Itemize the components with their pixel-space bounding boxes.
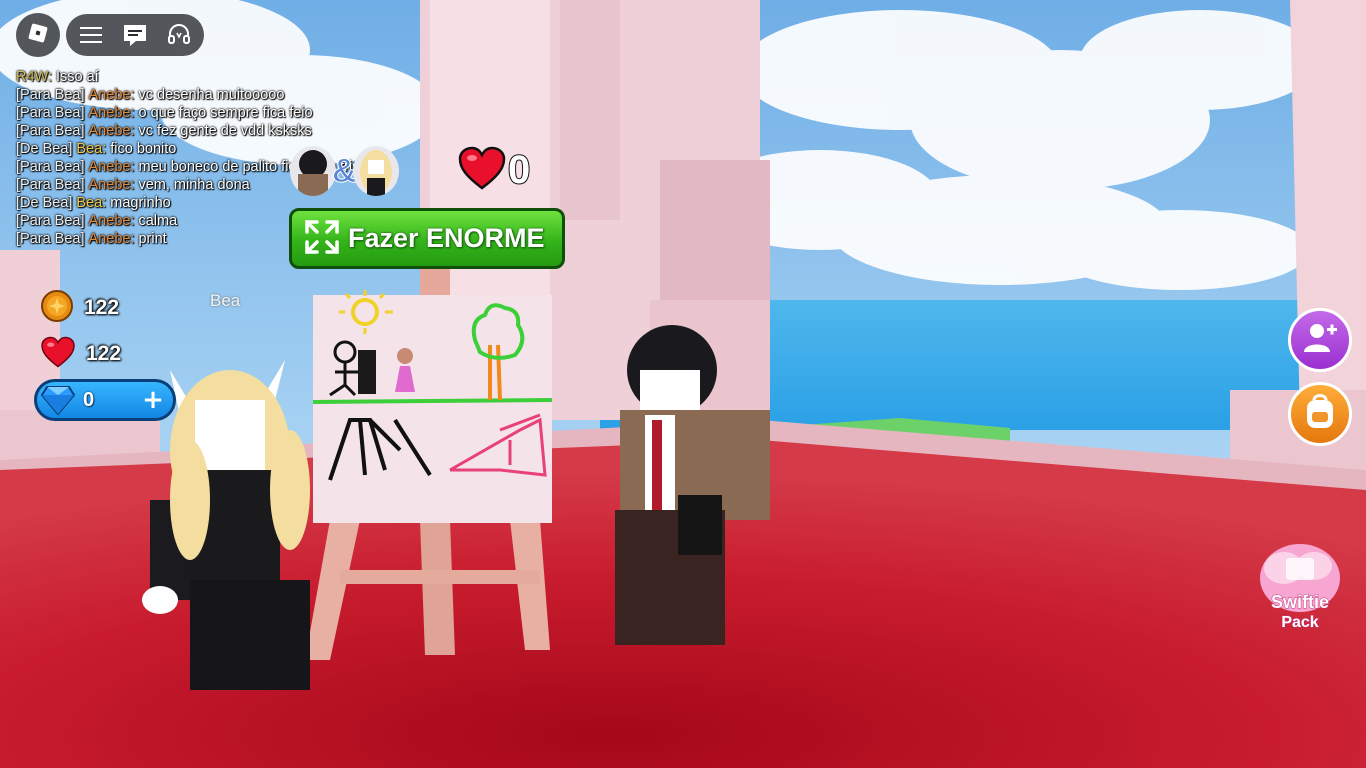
- chat-speaker[interactable]: Bea:: [76, 141, 106, 157]
- make-huge-button[interactable]: Fazer ENORME: [289, 208, 565, 269]
- diamond-icon: [41, 385, 75, 415]
- make-huge-label: Fazer ENORME: [348, 223, 545, 253]
- chat-text: print: [138, 231, 167, 247]
- drawing-canvas: [312, 290, 553, 523]
- chat-message: R4W: Isso aí: [16, 68, 436, 86]
- coins-stat: 122: [40, 289, 119, 327]
- chat-speaker[interactable]: R4W:: [16, 69, 52, 85]
- roblox-logo-icon: [27, 22, 49, 48]
- headset-icon[interactable]: [164, 20, 194, 50]
- chat-text: Isso aí: [56, 69, 99, 85]
- chat-text: magrinho: [110, 195, 171, 211]
- player-name-tag: Bea: [210, 291, 241, 310]
- chat-text: vem, minha dona: [138, 177, 250, 193]
- hearts-value: 122: [86, 342, 122, 365]
- chat-prefix: [Para Bea]: [16, 231, 85, 247]
- menu-pill: [66, 14, 204, 56]
- plus-icon[interactable]: +: [139, 386, 167, 414]
- coin-icon: [40, 289, 74, 327]
- chat-speaker[interactable]: Anebe:: [89, 123, 135, 139]
- chat-text: fico bonito: [110, 141, 177, 157]
- gems-value: 0: [83, 388, 95, 411]
- add-friend-button[interactable]: [1288, 308, 1352, 372]
- swiftie-pack-button[interactable]: Swiftie Pack: [1254, 538, 1346, 634]
- backpack-button[interactable]: [1288, 382, 1352, 446]
- coins-value: 122: [84, 296, 120, 319]
- chat-message: [Para Bea] Anebe: vc desenha muitooooo: [16, 86, 436, 104]
- swiftie-line1: Swiftie: [1270, 592, 1329, 613]
- chat-prefix: [Para Bea]: [16, 213, 85, 229]
- avatar-anebe[interactable]: [290, 146, 336, 196]
- chat-prefix: [Para Bea]: [16, 177, 85, 193]
- gems-stat: 0 +: [34, 379, 176, 421]
- chat-text: vc fez gente de vdd ksksks: [138, 123, 312, 139]
- chat-speaker[interactable]: Anebe:: [89, 87, 135, 103]
- backpack-icon: [1302, 392, 1338, 436]
- chat-text: o que faço sempre fica feio: [138, 105, 313, 121]
- chat-prefix: [Para Bea]: [16, 87, 85, 103]
- like-counter: 0: [458, 146, 531, 194]
- chat-speaker[interactable]: Anebe:: [89, 105, 135, 121]
- expand-arrows-icon: [304, 219, 340, 259]
- chat-message: [Para Bea] Anebe: vc fez gente de vdd ksks…: [16, 122, 436, 140]
- chat-prefix: [Para Bea]: [16, 123, 85, 139]
- chat-message: [Para Bea] Anebe: o que faço sempre fica f…: [16, 104, 436, 122]
- hamburger-menu-icon[interactable]: [76, 20, 106, 50]
- top-bar: [16, 13, 204, 57]
- chat-icon[interactable]: [120, 20, 150, 50]
- chat-speaker[interactable]: Anebe:: [89, 213, 135, 229]
- chat-speaker[interactable]: Anebe:: [89, 231, 135, 247]
- chat-speaker[interactable]: Anebe:: [89, 177, 135, 193]
- like-count: 0: [507, 147, 531, 193]
- chat-text: calma: [138, 213, 178, 229]
- roblox-logo-button[interactable]: [16, 13, 60, 57]
- chat-speaker[interactable]: Anebe:: [89, 159, 135, 175]
- chat-speaker[interactable]: Bea:: [76, 195, 106, 211]
- avatar-bea[interactable]: [352, 146, 399, 196]
- chat-prefix: [Para Bea]: [16, 105, 85, 121]
- chat-prefix: [Para Bea]: [16, 159, 85, 175]
- chat-prefix: [De Bea]: [16, 195, 73, 211]
- chat-text: vc desenha muitooooo: [138, 87, 285, 103]
- heart-icon[interactable]: [458, 146, 506, 194]
- heart-icon: [40, 336, 76, 372]
- chat-prefix: [De Bea]: [16, 141, 73, 157]
- swiftie-line2: Pack: [1281, 614, 1319, 632]
- hearts-stat: 122: [40, 336, 121, 372]
- partner-avatars: &: [290, 146, 399, 196]
- add-friend-icon: [1300, 318, 1340, 362]
